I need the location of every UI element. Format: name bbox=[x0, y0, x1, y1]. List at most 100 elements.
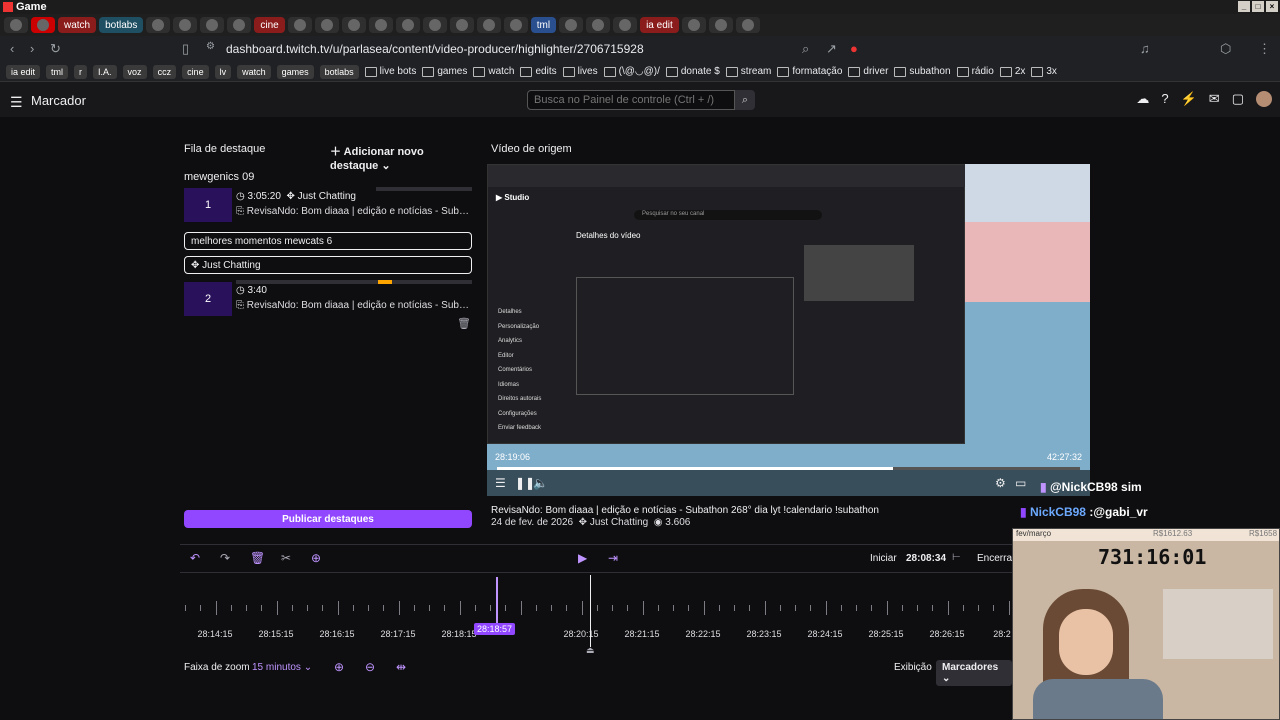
zoom-out-icon[interactable]: ⊖ bbox=[365, 660, 375, 674]
add-marker-icon[interactable]: ⊕ bbox=[311, 551, 321, 565]
boost-icon[interactable]: ⚡ bbox=[1181, 91, 1197, 107]
zoom-icon[interactable]: ⌕ bbox=[802, 41, 809, 57]
bookmark-chip[interactable]: botlabs bbox=[319, 64, 359, 79]
bookmark-chip[interactable]: tml bbox=[46, 64, 69, 79]
hamburger-menu-icon[interactable]: ☰ bbox=[10, 94, 23, 111]
browser-tab[interactable] bbox=[681, 17, 706, 33]
chapters-icon[interactable]: ☰ bbox=[495, 476, 506, 490]
minimize-button[interactable]: _ bbox=[1238, 1, 1250, 12]
set-start-icon[interactable]: ⊢ bbox=[952, 552, 961, 563]
publish-highlights-button[interactable]: Publicar destaques bbox=[184, 510, 472, 528]
segment-end-handle[interactable] bbox=[590, 575, 591, 647]
browser-tab[interactable] bbox=[146, 17, 171, 33]
browser-tab[interactable]: tml bbox=[530, 17, 557, 33]
back-icon[interactable]: ‹ bbox=[10, 41, 14, 56]
forward-icon[interactable]: › bbox=[30, 41, 34, 56]
bookmark-folder[interactable]: driver bbox=[848, 66, 888, 77]
browser-tab[interactable] bbox=[708, 17, 733, 33]
browser-tab[interactable] bbox=[4, 17, 28, 33]
scissors-icon[interactable]: ✂ bbox=[281, 551, 291, 565]
maximize-button[interactable]: □ bbox=[1252, 1, 1264, 12]
bookmark-folder[interactable]: subathon bbox=[894, 66, 950, 77]
activity-icon[interactable]: ☁ bbox=[1136, 91, 1149, 107]
inbox-icon[interactable]: ✉ bbox=[1209, 91, 1220, 107]
bookmark-chip[interactable]: ia edit bbox=[6, 64, 41, 79]
reload-icon[interactable]: ↻ bbox=[50, 41, 61, 57]
view-select[interactable]: Marcadores ⌄ bbox=[936, 660, 1012, 686]
browser-tab[interactable] bbox=[227, 17, 252, 33]
avatar[interactable] bbox=[1256, 91, 1272, 107]
play-icon[interactable]: ▶ bbox=[578, 551, 587, 565]
bookmark-chip[interactable]: cine bbox=[182, 64, 209, 79]
bookmark-folder[interactable]: games bbox=[422, 66, 467, 77]
close-button[interactable]: × bbox=[1266, 1, 1278, 12]
browser-tab[interactable] bbox=[314, 17, 339, 33]
browser-tab[interactable] bbox=[200, 17, 225, 33]
timeline-ruler[interactable]: 28:14:15 28:15:15 28:16:15 28:17:15 28:18:15… bbox=[180, 572, 1012, 652]
timeline-playhead[interactable] bbox=[496, 577, 498, 627]
handle-grip-icon[interactable]: ⏏ bbox=[586, 645, 595, 656]
browser-tab[interactable] bbox=[449, 17, 474, 33]
browser-tab[interactable] bbox=[613, 17, 638, 33]
whispers-icon[interactable]: ▢ bbox=[1232, 91, 1244, 107]
bookmark-folder[interactable]: 3x bbox=[1031, 66, 1057, 77]
bookmark-chip[interactable]: r bbox=[74, 64, 88, 79]
browser-tab[interactable] bbox=[559, 17, 584, 33]
redo-icon[interactable]: ↷ bbox=[220, 551, 230, 565]
share-icon[interactable]: ↗ bbox=[826, 41, 837, 57]
settings-icon[interactable]: ⚙ bbox=[995, 476, 1006, 490]
theater-icon[interactable]: ▭ bbox=[1015, 476, 1026, 490]
jump-end-icon[interactable]: ⇥ bbox=[608, 551, 618, 565]
fit-timeline-icon[interactable]: ⇹ bbox=[396, 660, 406, 674]
bookmark-folder[interactable]: lives bbox=[563, 66, 598, 77]
browser-tab[interactable] bbox=[173, 17, 198, 33]
site-info-icon[interactable]: ⚙ bbox=[206, 41, 215, 52]
browser-tab[interactable]: ia edit bbox=[640, 17, 679, 33]
trash-icon[interactable]: 🗑 bbox=[457, 317, 471, 330]
source-video-player[interactable]: ▶ Studio Pesquisar no seu canal Detalhes… bbox=[487, 164, 1090, 496]
browser-tab[interactable] bbox=[735, 17, 760, 33]
bookmark-folder[interactable]: stream bbox=[726, 66, 772, 77]
browser-tab[interactable] bbox=[341, 17, 366, 33]
clip-item-1[interactable]: 1 ◷ 3:05:20 ✥ Just Chatting ⎘ RevisaNdo:… bbox=[184, 188, 472, 222]
browser-tab[interactable]: cine bbox=[254, 17, 285, 33]
extension-icon[interactable]: ● bbox=[850, 41, 858, 56]
browser-tab[interactable] bbox=[395, 17, 420, 33]
bookmark-chip[interactable]: voz bbox=[122, 64, 147, 79]
bookmark-folder[interactable]: live bots bbox=[365, 66, 417, 77]
highlight-group-title[interactable]: mewgenics 09 bbox=[184, 171, 254, 183]
bookmark-chip[interactable]: watch bbox=[237, 64, 271, 79]
browser-tab[interactable] bbox=[422, 17, 447, 33]
browser-tab[interactable] bbox=[31, 17, 55, 33]
bookmark-folder[interactable]: (\@◡@)/ bbox=[604, 66, 660, 77]
browser-tab[interactable] bbox=[503, 17, 528, 33]
help-icon[interactable]: ? bbox=[1161, 91, 1168, 107]
browser-menu-icon[interactable]: ⋮ bbox=[1258, 41, 1271, 57]
undo-icon[interactable]: ↶ bbox=[190, 551, 200, 565]
bookmark-chip[interactable]: games bbox=[276, 64, 314, 79]
delete-icon[interactable]: 🗑 bbox=[250, 551, 265, 565]
volume-icon[interactable]: 🔈 bbox=[533, 476, 548, 490]
bookmark-folder[interactable]: rádio bbox=[957, 66, 994, 77]
bookmark-folder[interactable]: watch bbox=[473, 66, 514, 77]
search-icon[interactable]: ⌕ bbox=[735, 90, 755, 110]
browser-tab[interactable]: botlabs bbox=[99, 17, 144, 33]
highlight-category-input[interactable]: ✥ Just Chatting bbox=[184, 256, 472, 274]
media-icon[interactable]: ♫ bbox=[1140, 41, 1150, 56]
browser-tab[interactable] bbox=[586, 17, 611, 33]
browser-tab[interactable] bbox=[368, 17, 393, 33]
browser-tab[interactable]: watch bbox=[58, 17, 97, 33]
bookmark-icon[interactable]: ▯ bbox=[182, 41, 189, 57]
start-time[interactable]: 28:08:34 bbox=[906, 553, 946, 564]
browser-tab[interactable] bbox=[287, 17, 312, 33]
add-highlight-button[interactable]: ＋ Adicionar novo destaque ⌄ bbox=[330, 143, 472, 172]
bookmark-folder[interactable]: edits bbox=[520, 66, 556, 77]
dashboard-search-input[interactable] bbox=[527, 90, 735, 110]
extensions-icon[interactable]: ⬡ bbox=[1220, 41, 1231, 57]
url-text[interactable]: dashboard.twitch.tv/u/parlasea/content/v… bbox=[226, 42, 644, 56]
bookmark-folder[interactable]: formatação bbox=[777, 66, 842, 77]
bookmark-folder[interactable]: donate $ bbox=[666, 66, 720, 77]
clip-item-2[interactable]: 2 ◷ 3:40 ⎘ RevisaNdo: Bom diaaa | edição… bbox=[184, 282, 472, 316]
bookmark-chip[interactable]: I.A. bbox=[93, 64, 117, 79]
bookmark-folder[interactable]: 2x bbox=[1000, 66, 1026, 77]
